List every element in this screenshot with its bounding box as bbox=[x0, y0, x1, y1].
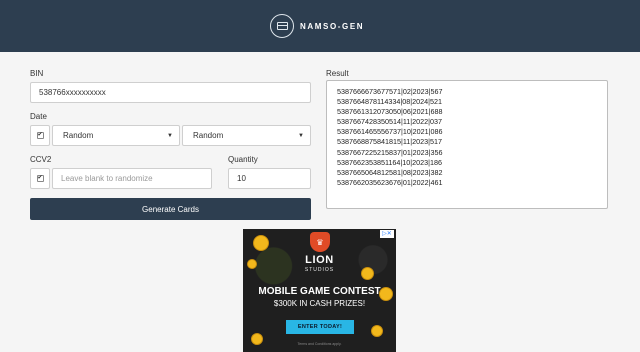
checkmark-icon: ✔ bbox=[36, 175, 44, 182]
ad-brand: LION bbox=[305, 254, 334, 266]
result-line: 5387661465556737|10|2021|086 bbox=[337, 127, 443, 137]
ad-choices-icon[interactable]: ▷✕ bbox=[380, 230, 394, 238]
ad-terms: Terms and Conditions apply. bbox=[297, 342, 342, 346]
checkmark-icon: ✔ bbox=[36, 132, 44, 139]
result-line: 5387667225215837|01|2023|356 bbox=[337, 147, 443, 157]
result-line: 5387661312073050|06|2021|688 bbox=[337, 107, 443, 117]
date-checkbox[interactable]: ✔ bbox=[30, 125, 50, 146]
result-line: 5387662035623676|01|2022|461 bbox=[337, 177, 443, 187]
result-label: Result bbox=[326, 69, 349, 78]
advertisement-banner[interactable]: ▷✕ ♛ LION STUDIOS MOBILE GAME CONTEST $3… bbox=[243, 229, 396, 352]
month-select[interactable]: Random ▼ bbox=[52, 125, 180, 146]
result-line: 5387668875841815|11|2023|517 bbox=[337, 137, 443, 147]
top-header: NAMSO-GEN bbox=[0, 0, 640, 52]
month-select-value: Random bbox=[63, 131, 94, 140]
ad-prize: $300K IN CASH PRIZES! bbox=[273, 299, 366, 308]
app-title: NAMSO-GEN bbox=[300, 21, 365, 31]
coin-icon bbox=[371, 325, 383, 337]
quantity-input[interactable]: 10 bbox=[228, 168, 311, 189]
quantity-label: Quantity bbox=[228, 155, 258, 164]
ad-studios: STUDIOS bbox=[304, 267, 335, 273]
chevron-down-icon: ▼ bbox=[167, 132, 173, 139]
result-line: 5387665064812581|08|2023|382 bbox=[337, 167, 443, 177]
year-select-value: Random bbox=[193, 131, 224, 140]
result-line: 5387666673677571|02|2023|567 bbox=[337, 87, 443, 96]
result-line: 5387664878114334|08|2024|521 bbox=[337, 97, 443, 107]
ccv2-input[interactable]: Leave blank to randomize bbox=[52, 168, 212, 189]
lion-logo-icon: ♛ bbox=[310, 232, 330, 252]
bin-label: BIN bbox=[30, 69, 44, 78]
result-textarea[interactable]: 5387666673677571|02|2023|567 53876648781… bbox=[326, 80, 608, 209]
generate-cards-button[interactable]: Generate Cards bbox=[30, 198, 311, 220]
credit-card-icon bbox=[270, 14, 294, 38]
ad-headline: MOBILE GAME CONTEST bbox=[258, 286, 381, 297]
logo[interactable]: NAMSO-GEN bbox=[270, 14, 364, 38]
result-line: 5387662353851164|10|2023|186 bbox=[337, 157, 443, 167]
coin-icon bbox=[253, 235, 269, 251]
result-line: 5387667428350514|11|2022|037 bbox=[337, 117, 443, 127]
chevron-down-icon: ▼ bbox=[298, 132, 304, 139]
bin-input[interactable]: 538766xxxxxxxxxx bbox=[30, 82, 311, 103]
ccv2-label: CCV2 bbox=[30, 155, 52, 164]
date-label: Date bbox=[30, 112, 47, 121]
ccv2-checkbox[interactable]: ✔ bbox=[30, 168, 50, 189]
year-select[interactable]: Random ▼ bbox=[182, 125, 311, 146]
ad-enter-button[interactable]: ENTER TODAY! bbox=[286, 320, 354, 334]
